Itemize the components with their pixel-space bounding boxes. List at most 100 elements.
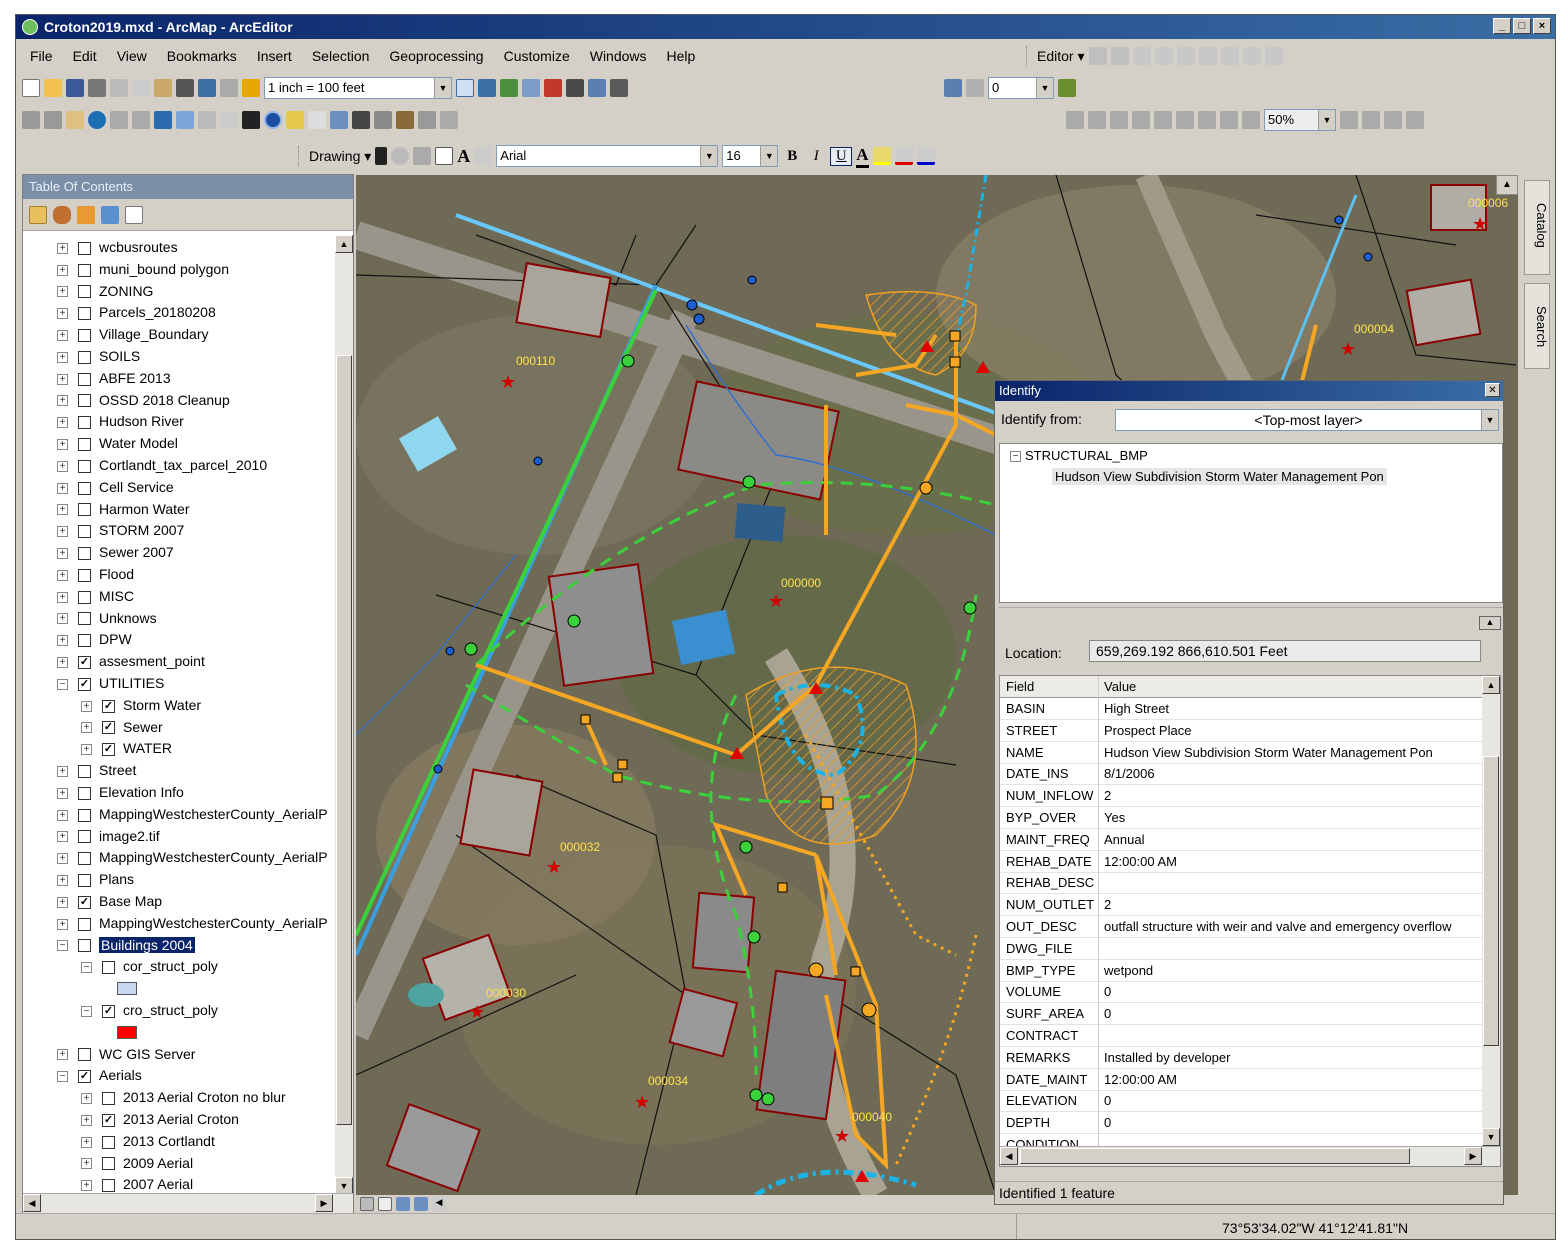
expand-icon[interactable]: + (57, 809, 68, 821)
select-elements-icon[interactable] (242, 111, 260, 129)
clear-selection-icon[interactable] (220, 111, 238, 129)
layer-label[interactable]: Street (99, 762, 136, 778)
layout-view-icon[interactable] (378, 1197, 392, 1211)
layer-label[interactable]: 2013 Aerial Croton (123, 1111, 239, 1127)
fixed-zoom-out-icon[interactable] (132, 111, 150, 129)
layer-visibility-checkbox[interactable]: ✓ (78, 655, 91, 669)
layer-label[interactable]: 2013 Aerial Croton no blur (123, 1089, 286, 1105)
toc-layer-row[interactable]: + ✓ Storm Water (81, 695, 201, 715)
layer-label[interactable]: Plans (99, 871, 134, 887)
toc-layer-row[interactable]: + ZONING (57, 281, 153, 301)
list-by-visibility-icon[interactable] (77, 205, 95, 224)
layer-visibility-checkbox[interactable] (78, 873, 91, 887)
expand-icon[interactable]: + (57, 460, 68, 472)
layout-fixed-zoom-in-icon[interactable] (1176, 111, 1194, 129)
layer-label[interactable]: ZONING (99, 283, 153, 299)
layer-label[interactable]: Water Model (99, 435, 178, 451)
change-layout-icon[interactable] (1384, 111, 1402, 129)
layer-visibility-checkbox[interactable] (78, 786, 91, 800)
layer-visibility-checkbox[interactable] (78, 350, 91, 364)
toc-layer-row[interactable]: + MappingWestchesterCounty_AerialP (57, 847, 328, 867)
attribute-row[interactable]: BASIN High Street (1000, 698, 1484, 720)
toc-layer-row[interactable]: +2009 Aerial (81, 1153, 193, 1173)
python-window-icon[interactable] (566, 79, 584, 97)
toc-layer-row[interactable]: + Water Model (57, 433, 178, 453)
toc-layer-row[interactable]: + ABFE 2013 (57, 368, 171, 388)
layer-label[interactable]: Aerials (99, 1067, 142, 1083)
expand-icon[interactable]: + (81, 722, 92, 734)
toc-layer-row[interactable]: + Plans (57, 869, 134, 889)
layer-visibility-checkbox[interactable]: ✓ (102, 743, 115, 757)
expand-icon[interactable]: + (57, 526, 68, 538)
expand-icon[interactable]: + (57, 635, 68, 647)
toc-layer-row[interactable]: + ✓ 2013 Aerial Croton (81, 1109, 239, 1129)
attribute-row[interactable]: DATE_MAINT 12:00:00 AM (1000, 1068, 1484, 1091)
go-to-xy-icon[interactable] (396, 111, 414, 129)
underline-button[interactable]: U (830, 146, 853, 166)
layer-label[interactable]: Flood (99, 566, 134, 582)
expand-icon[interactable]: + (57, 286, 68, 298)
fill-color-icon[interactable] (872, 147, 891, 165)
layer-label[interactable]: Sewer (123, 719, 163, 735)
expand-icon[interactable]: + (57, 613, 68, 625)
chevron-down-icon[interactable]: ▼ (1036, 78, 1053, 98)
list-by-drawing-order-icon[interactable] (29, 205, 47, 224)
grid-scrollbar[interactable]: ▲ ▼ (1482, 676, 1500, 1146)
toc-layer-row[interactable]: + image2.tif (57, 826, 160, 846)
layer-visibility-checkbox[interactable]: ✓ (102, 699, 115, 713)
delete-icon[interactable] (176, 79, 194, 97)
layer-visibility-checkbox[interactable] (78, 568, 91, 582)
tree-layer-node[interactable]: − STRUCTURAL_BMP (1010, 448, 1148, 463)
layer-visibility-checkbox[interactable]: ✓ (78, 1070, 91, 1084)
layer-visibility-checkbox[interactable] (102, 961, 115, 975)
back-arrow-icon[interactable] (154, 111, 172, 129)
layer-visibility-checkbox[interactable] (78, 590, 91, 604)
scroll-down-icon[interactable]: ▼ (1482, 1128, 1500, 1146)
grid-hscrollbar[interactable]: ◀ ▶ (1000, 1146, 1500, 1166)
pan-hand-icon[interactable] (66, 111, 84, 129)
toc-layer-row[interactable]: + Parcels_20180208 (57, 302, 216, 322)
expand-icon[interactable]: + (81, 744, 92, 756)
expand-icon[interactable]: + (57, 831, 68, 843)
layer-label[interactable]: cor_struct_poly (123, 958, 218, 974)
layer-label[interactable]: Harmon Water (99, 501, 190, 517)
search-window-icon[interactable] (522, 79, 540, 97)
toc-scrollbar[interactable]: ▲ ▼ (335, 235, 353, 1195)
toc-layer-row[interactable]: + STORM 2007 (57, 520, 184, 540)
editor-toolbar-icon[interactable] (456, 79, 474, 97)
expand-icon[interactable]: + (57, 438, 68, 450)
identify-icon[interactable] (264, 111, 282, 129)
layer-label[interactable]: Village_Boundary (99, 326, 209, 342)
layer-visibility-checkbox[interactable] (78, 939, 91, 953)
scroll-thumb[interactable] (336, 355, 352, 1125)
zoom-in-icon[interactable] (22, 111, 40, 129)
expand-icon[interactable]: + (57, 395, 68, 407)
table-of-contents-icon[interactable] (478, 79, 496, 97)
toc-layer-row[interactable]: + Sewer 2007 (57, 542, 174, 562)
layer-label[interactable]: muni_bound polygon (99, 261, 229, 277)
expand-collapse-icon[interactable]: ▲ (1479, 616, 1501, 630)
layer-visibility-checkbox[interactable] (78, 285, 91, 299)
callout-icon[interactable] (474, 147, 493, 165)
layer-visibility-checkbox[interactable]: ✓ (102, 1113, 115, 1127)
chevron-down-icon[interactable]: ▼ (760, 146, 778, 166)
editor-menu-button[interactable]: Editor ▾ (1037, 48, 1085, 65)
layer-visibility-checkbox[interactable] (78, 459, 91, 473)
toc-layer-row[interactable]: − ✓ cro_struct_poly (81, 1000, 218, 1020)
attribute-row[interactable]: NAME Hudson View Subdivision Storm Water … (1000, 741, 1484, 764)
layer-label[interactable]: MISC (99, 588, 134, 604)
font-size-combo[interactable]: 16 ▼ (722, 145, 779, 167)
layer-label[interactable]: SOILS (99, 348, 140, 364)
redo-icon[interactable] (220, 79, 238, 97)
scroll-left-icon[interactable]: ◀ (432, 1197, 446, 1211)
expand-icon[interactable]: + (57, 242, 68, 254)
attribute-row[interactable]: BYP_OVER Yes (1000, 807, 1484, 829)
toc-layer-row[interactable]: + ✓ Base Map (57, 891, 162, 911)
layer-label[interactable]: STORM 2007 (99, 522, 184, 538)
measure-icon[interactable] (330, 111, 348, 129)
layer-label[interactable]: ABFE 2013 (99, 370, 171, 386)
layer-label[interactable]: UTILITIES (99, 675, 164, 691)
layer-tool-icon[interactable] (966, 79, 984, 97)
toc-layer-row[interactable]: + Elevation Info (57, 782, 184, 802)
collapse-icon[interactable]: − (81, 962, 92, 974)
